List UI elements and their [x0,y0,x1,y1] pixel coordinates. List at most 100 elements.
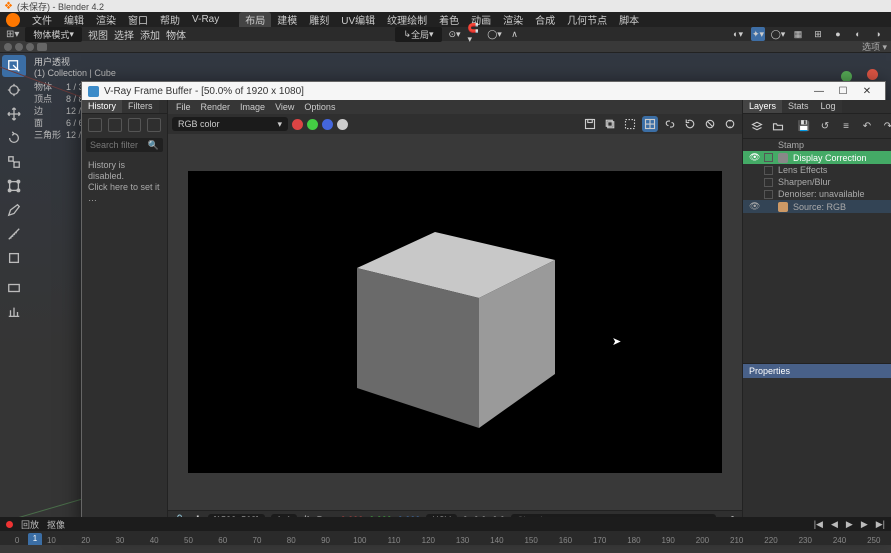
viewport-3d[interactable]: 用户透视 (1) Collection | Cube 物体1 / 3 顶点8 /… [0,53,891,545]
menu-select[interactable]: 选择 [114,27,134,42]
vfb-refresh-icon[interactable] [682,116,698,132]
menu-edit[interactable]: 编辑 [58,12,90,27]
vfb-copy-icon[interactable] [602,116,618,132]
window-close-icon[interactable]: ✕ [855,86,879,97]
tool-transform[interactable] [2,175,26,197]
history-search-input[interactable]: Search filter 🔍 [86,138,163,152]
record-icon[interactable] [6,521,13,528]
layer-save-icon[interactable]: 💾 [796,118,812,134]
shade-matprev-icon[interactable]: ◐ [851,27,865,41]
transport-start-icon[interactable]: |◀ [814,519,823,530]
menu-add[interactable]: 添加 [140,27,160,42]
tab-stats[interactable]: Stats [782,100,815,113]
workspace-geonodes[interactable]: 几何节点 [561,12,613,27]
vray-render-start-icon[interactable] [4,43,12,51]
transport-play-icon[interactable]: ▶ [846,519,853,530]
vray-ipr-icon[interactable] [15,43,23,51]
history-trash-icon[interactable] [147,118,161,132]
vfb-ipr-icon[interactable] [722,116,738,132]
channel-green-icon[interactable] [307,119,318,130]
workspace-modeling[interactable]: 建模 [271,12,303,27]
vfb-save-icon[interactable] [582,116,598,132]
channel-dropdown[interactable]: RGB color▾ [172,117,288,131]
window-maximize-icon[interactable]: ☐ [831,86,855,97]
timeline[interactable]: 1 0 10 20 30 40 50 60 70 80 90 100 110 1… [0,531,891,545]
layer-undo-icon[interactable]: ↶ [859,118,875,134]
tool-cursor[interactable] [2,79,26,101]
tool-measure[interactable] [2,223,26,245]
shelf-right[interactable]: 选项 ▾ [862,40,887,53]
tool-rotate[interactable] [2,127,26,149]
workspace-texpaint[interactable]: 纹理绘制 [381,12,433,27]
mode-dropdown[interactable]: 物体模式 ▾ [25,27,82,42]
vfb-track-mouse-icon[interactable] [642,116,658,132]
tool-annotate[interactable] [2,199,26,221]
tab-layers[interactable]: Layers [743,100,782,113]
layer-reset-icon[interactable]: ↺ [817,118,833,134]
vfb-link-icon[interactable] [662,116,678,132]
overlays-icon[interactable]: ◐▾ [731,27,745,41]
vfb-titlebar[interactable]: V-Ray Frame Buffer - [50.0% of 1920 x 10… [82,82,885,100]
status-play[interactable]: 回放 [21,518,39,531]
menu-render[interactable]: 渲染 [90,12,122,27]
proportional-icon[interactable]: ◯▾ [488,27,502,41]
gizmo-x[interactable] [867,69,878,80]
window-minimize-icon[interactable]: — [807,86,831,97]
vfb-menu-file[interactable]: File [176,102,191,112]
workspace-script[interactable]: 脚本 [613,12,645,27]
shade-render-icon[interactable]: ◑ [871,27,885,41]
menu-file[interactable]: 文件 [26,12,58,27]
layer-list-icon[interactable]: ≡ [838,118,854,134]
tool-add-cube[interactable] [2,247,26,269]
checkbox-icon[interactable] [764,190,773,199]
layer-display-correction[interactable]: 👁Display Correction [743,151,891,164]
menu-vray[interactable]: V-Ray [186,14,225,25]
vfb-menu-image[interactable]: Image [240,102,265,112]
transport-end-icon[interactable]: ▶| [876,519,885,530]
layer-stamp[interactable]: Stamp [743,139,891,151]
workspace-render[interactable]: 渲染 [497,12,529,27]
orientation-dropdown[interactable]: ↳ 全局 ▾ [395,27,441,42]
history-load-icon[interactable] [108,118,122,132]
checkbox-icon[interactable] [764,153,773,162]
workspace-comp[interactable]: 合成 [529,12,561,27]
gizmo-toggle-icon[interactable]: ✦▾ [751,27,765,41]
vfb-menu-view[interactable]: View [275,102,294,112]
transport-next-icon[interactable]: ▶ [861,519,868,530]
editor-type-icon[interactable]: ⊞▾ [6,29,19,40]
transport-prev-icon[interactable]: ◀ [831,519,838,530]
menu-view[interactable]: 视图 [88,27,108,42]
tab-log[interactable]: Log [815,100,842,113]
checkbox-icon[interactable] [764,178,773,187]
history-clear-icon[interactable] [128,118,142,132]
tool-move[interactable] [2,103,26,125]
layer-source[interactable]: 👁Source: RGB [743,200,891,213]
properties-header[interactable]: Properties [743,363,891,378]
vfb-menu-render[interactable]: Render [201,102,231,112]
render-viewport[interactable]: ➤ [168,134,742,510]
menu-window[interactable]: 窗口 [122,12,154,27]
tool-select-box[interactable] [2,55,26,77]
snap-icon[interactable]: 🧲▾ [468,27,482,41]
status-key[interactable]: 抠像 [47,518,65,531]
overlay-toggle-icon[interactable]: ◯▾ [771,27,785,41]
shade-wire-icon[interactable]: ⊞ [811,27,825,41]
layer-add-icon[interactable] [749,118,765,134]
pivot-icon[interactable]: ⊙▾ [448,27,462,41]
channel-red-icon[interactable] [292,119,303,130]
layer-lens-effects[interactable]: Lens Effects [743,164,891,176]
tool-scale[interactable] [2,151,26,173]
history-disabled-message[interactable]: History is disabled. Click here to set i… [82,154,167,210]
tab-filters[interactable]: Filters [122,100,159,113]
workspace-layout[interactable]: 布局 [239,12,271,27]
eye-icon[interactable]: 👁 [749,201,759,212]
vfb-stop-icon[interactable] [702,116,718,132]
vray-stop-icon[interactable] [26,43,34,51]
checkbox-icon[interactable] [764,166,773,175]
vray-vfb-icon[interactable] [37,43,47,51]
eye-icon[interactable]: 👁 [749,152,759,163]
channel-blue-icon[interactable] [322,119,333,130]
tool-vray-2[interactable] [2,301,26,323]
shade-solid-icon[interactable]: ● [831,27,845,41]
tab-history[interactable]: History [82,100,122,113]
